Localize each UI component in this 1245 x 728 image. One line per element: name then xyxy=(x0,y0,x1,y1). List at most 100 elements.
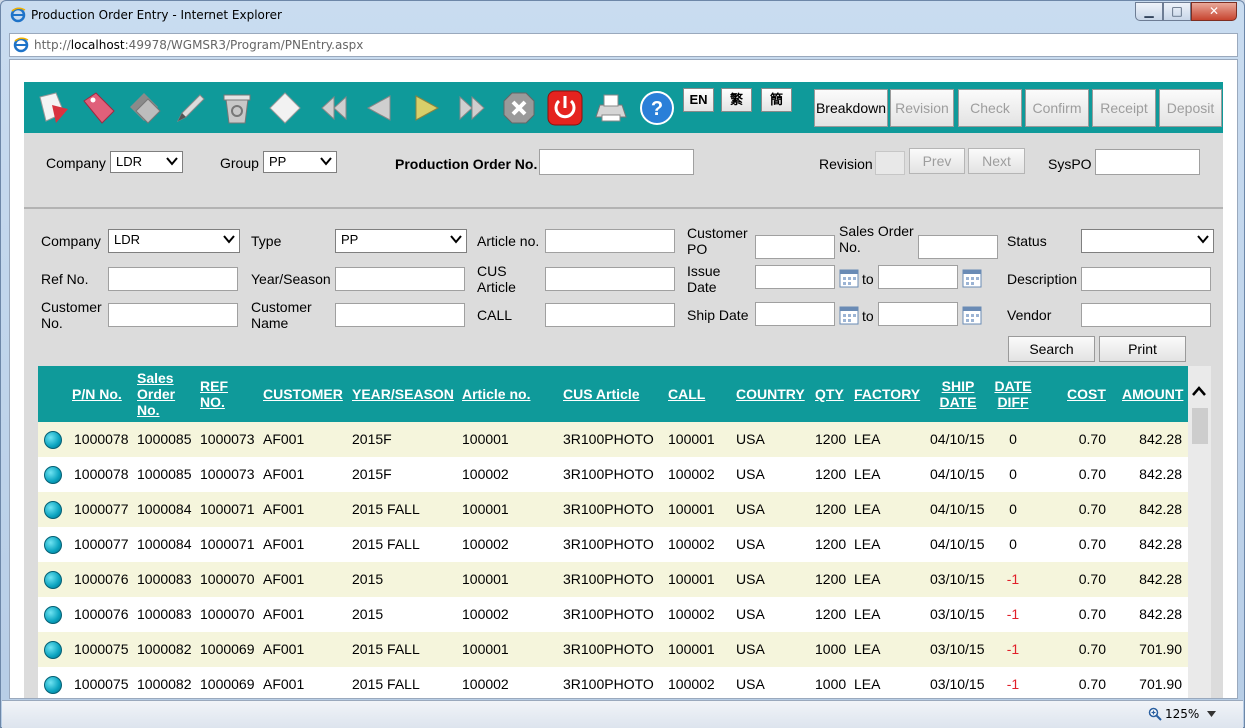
power-icon[interactable] xyxy=(546,89,584,127)
row-select-icon[interactable] xyxy=(44,466,62,484)
search-company-select[interactable]: LDR xyxy=(108,229,240,253)
type-select[interactable]: PP xyxy=(335,229,467,253)
customer-no-input[interactable] xyxy=(108,303,238,327)
calendar-icon[interactable] xyxy=(962,305,982,325)
copy-icon[interactable] xyxy=(126,89,164,127)
col-qty[interactable]: QTY xyxy=(815,386,844,402)
calendar-icon[interactable] xyxy=(839,268,859,288)
breakdown-button[interactable]: Breakdown xyxy=(814,89,888,127)
table-row[interactable]: 1000075 1000082 1000069 AF001 2015 FALL 10000… xyxy=(38,632,1188,667)
col-cus-article[interactable]: CUS Article xyxy=(563,386,640,402)
printer-icon[interactable] xyxy=(592,89,630,127)
row-select-icon[interactable] xyxy=(44,676,62,694)
article-no-input[interactable] xyxy=(545,229,675,253)
ref-no-cell: 1000073 xyxy=(200,431,255,447)
ref-no-cell: 1000069 xyxy=(200,676,255,692)
next-button[interactable]: Next xyxy=(968,148,1025,174)
call-input[interactable] xyxy=(545,303,675,327)
scrollbar-thumb[interactable] xyxy=(1192,408,1208,444)
search-company-label: Company xyxy=(41,233,101,249)
revision-button[interactable]: Revision xyxy=(890,89,954,127)
next-record-icon[interactable] xyxy=(408,89,446,127)
chevron-down-icon[interactable] xyxy=(1207,711,1216,717)
calendar-icon[interactable] xyxy=(839,305,859,325)
year-season-input[interactable] xyxy=(335,267,465,291)
col-amount[interactable]: AMOUNT xyxy=(1122,386,1183,402)
chevron-up-icon[interactable] xyxy=(1191,384,1207,398)
maximize-button[interactable]: □ xyxy=(1163,2,1191,21)
col-year-season[interactable]: YEAR/SEASON xyxy=(352,386,454,402)
qty-cell: 1200 xyxy=(815,431,847,447)
last-record-icon[interactable] xyxy=(454,89,492,127)
calendar-icon[interactable] xyxy=(962,268,982,288)
row-select-icon[interactable] xyxy=(44,501,62,519)
table-row[interactable]: 1000077 1000084 1000071 AF001 2015 FALL 10000… xyxy=(38,492,1188,527)
header-group-select[interactable]: PP xyxy=(263,151,337,173)
print-button[interactable]: Print xyxy=(1099,336,1186,362)
ship-date-to-input[interactable] xyxy=(878,302,958,326)
col-pn-no[interactable]: P/N No. xyxy=(72,386,122,402)
zoom-icon[interactable] xyxy=(1148,707,1162,721)
recycle-bin-icon[interactable] xyxy=(218,89,256,127)
col-cost[interactable]: COST xyxy=(1067,386,1106,402)
pencil-icon[interactable] xyxy=(172,89,210,127)
row-select-icon[interactable] xyxy=(44,641,62,659)
search-button[interactable]: Search xyxy=(1008,336,1095,362)
row-select-icon[interactable] xyxy=(44,536,62,554)
col-ref-no[interactable]: REF NO. xyxy=(200,378,236,410)
po-number-input[interactable] xyxy=(539,149,694,175)
table-row[interactable]: 1000076 1000083 1000070 AF001 2015 100002 3R10… xyxy=(38,597,1188,632)
sales-order-input[interactable] xyxy=(918,235,998,259)
issue-date-to-input[interactable] xyxy=(878,265,958,289)
vendor-input[interactable] xyxy=(1081,303,1211,327)
lang-en-button[interactable]: EN xyxy=(683,88,714,112)
row-select-icon[interactable] xyxy=(44,606,62,624)
col-country[interactable]: COUNTRY xyxy=(736,386,805,402)
cancel-icon[interactable] xyxy=(500,89,538,127)
table-row[interactable]: 1000078 1000085 1000073 AF001 2015F 100002 3R1… xyxy=(38,457,1188,492)
col-factory[interactable]: FACTORY xyxy=(854,386,920,402)
cus-article-input[interactable] xyxy=(545,267,675,291)
row-select-icon[interactable] xyxy=(44,571,62,589)
col-ship-date[interactable]: SHIP DATE xyxy=(938,378,978,410)
customer-name-input[interactable] xyxy=(335,303,465,327)
col-sales-order-no[interactable]: Sales Order No. xyxy=(137,370,177,418)
lang-simplified-button[interactable]: 簡 xyxy=(761,88,792,112)
table-row[interactable]: 1000078 1000085 1000073 AF001 2015F 100001 3R1… xyxy=(38,422,1188,457)
customer-po-input[interactable] xyxy=(755,235,835,259)
table-row[interactable]: 1000077 1000084 1000071 AF001 2015 FALL 10000… xyxy=(38,527,1188,562)
prev-record-icon[interactable] xyxy=(360,89,398,127)
minimize-button[interactable]: ▁ xyxy=(1135,2,1163,21)
address-bar[interactable]: http://localhost:49978/WGMSR3/Program/PN… xyxy=(9,33,1238,57)
first-record-icon[interactable] xyxy=(314,89,352,127)
table-row[interactable]: 1000076 1000083 1000070 AF001 2015 100001 3R10… xyxy=(38,562,1188,597)
prev-button[interactable]: Prev xyxy=(909,148,965,174)
col-date-diff[interactable]: DATE DIFF xyxy=(993,378,1033,410)
col-customer[interactable]: CUSTOMER xyxy=(263,386,343,402)
ref-no-input[interactable] xyxy=(108,267,238,291)
col-article-no[interactable]: Article no. xyxy=(462,386,530,402)
check-button[interactable]: Check xyxy=(958,89,1022,127)
help-icon[interactable]: ? xyxy=(638,89,676,127)
close-button[interactable]: ✕ xyxy=(1191,2,1237,21)
description-input[interactable] xyxy=(1081,267,1211,291)
customer-cell: AF001 xyxy=(263,606,305,622)
header-company-select[interactable]: LDR xyxy=(110,151,183,173)
issue-date-from-input[interactable] xyxy=(755,265,835,289)
status-select[interactable] xyxy=(1081,229,1214,253)
diamond-icon[interactable] xyxy=(266,89,304,127)
syspo-input[interactable] xyxy=(1095,149,1200,175)
lang-traditional-button[interactable]: 繁 xyxy=(721,88,752,112)
zoom-level[interactable]: 125% xyxy=(1165,707,1199,721)
vertical-scrollbar[interactable] xyxy=(1188,366,1211,698)
col-call[interactable]: CALL xyxy=(668,386,705,402)
table-row[interactable]: 1000075 1000082 1000069 AF001 2015 FALL 10000… xyxy=(38,667,1188,698)
deposit-button[interactable]: Deposit xyxy=(1159,89,1222,127)
receipt-button[interactable]: Receipt xyxy=(1092,89,1156,127)
ship-date-from-input[interactable] xyxy=(755,302,835,326)
new-doc-icon[interactable] xyxy=(34,89,72,127)
confirm-button[interactable]: Confirm xyxy=(1025,89,1089,127)
tag-icon[interactable] xyxy=(80,89,118,127)
row-select-icon[interactable] xyxy=(44,431,62,449)
qty-cell: 1000 xyxy=(815,641,847,657)
